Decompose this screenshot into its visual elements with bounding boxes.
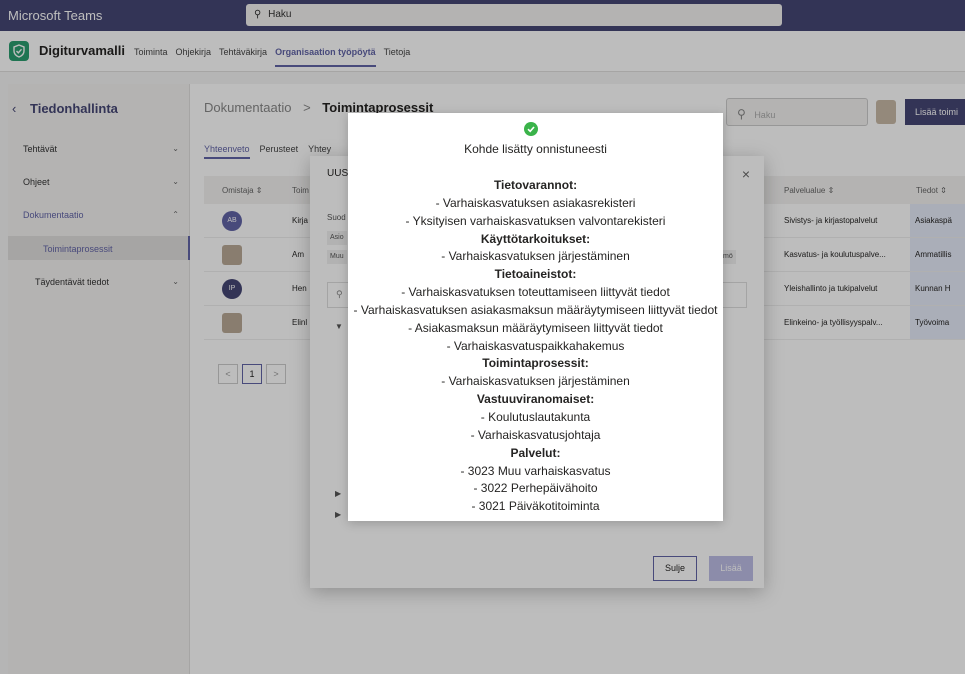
- list-item: - 3022 Perhepäivähoito: [473, 481, 598, 496]
- list-item: - Varhaiskasvatuksen asiakasrekisteri: [435, 195, 636, 210]
- list-item: - Varhaiskasvatuksen asiakasmaksun määrä…: [353, 302, 718, 317]
- check-circle-icon: [524, 122, 538, 136]
- list-item: - Varhaiskasvatuspaikkahakemus: [446, 338, 625, 353]
- list-item: - Koulutuslautakunta: [480, 409, 591, 424]
- list-item: - Yksityisen varhaiskasvatuksen valvonta…: [405, 213, 666, 228]
- list-item: - Varhaiskasvatuksen järjestäminen: [441, 249, 630, 264]
- section-heading: Tietoaineistot:: [494, 267, 577, 282]
- list-item: - Varhaiskasvatuksen järjestäminen: [441, 374, 630, 389]
- section-heading: Palvelut:: [510, 445, 561, 460]
- list-item: - 3023 Muu varhaiskasvatus: [460, 463, 611, 478]
- section-heading: Tietovarannot:: [493, 178, 578, 192]
- list-item: - Asiakasmaksun määräytymiseen liittyvät…: [408, 320, 663, 335]
- success-popup: Kohde lisätty onnistuneesti Tietovaranno…: [348, 113, 723, 521]
- success-message: Kohde lisätty onnistuneesti: [464, 142, 607, 156]
- list-item: - Varhaiskasvatuksen toteuttamiseen liit…: [401, 285, 670, 300]
- list-item: - 3021 Päiväkotitoiminta: [471, 499, 600, 514]
- list-item: - Varhaiskasvatusjohtaja: [470, 427, 601, 442]
- added-items-list: Tietovarannot: - Varhaiskasvatuksen asiak…: [348, 177, 723, 516]
- section-heading: Toimintaprosessit:: [482, 356, 589, 371]
- section-heading: Vastuuviranomaiset:: [476, 392, 595, 407]
- section-heading: Käyttötarkoitukset:: [480, 231, 591, 246]
